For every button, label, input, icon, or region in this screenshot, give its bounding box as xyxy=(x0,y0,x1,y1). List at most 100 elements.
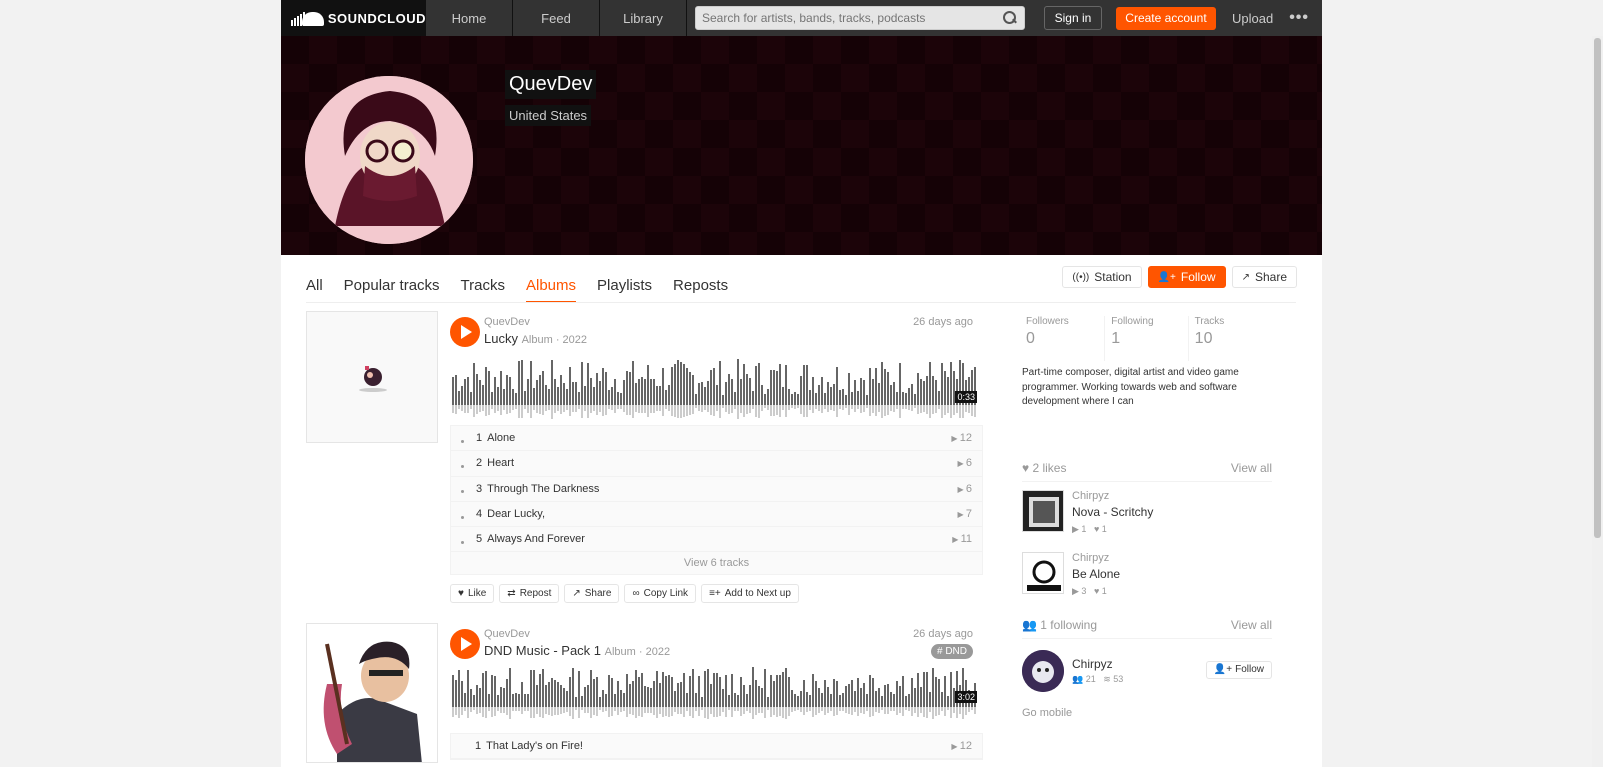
waveform-reflection-bar xyxy=(821,405,823,414)
view-all-following-link[interactable]: View all xyxy=(1231,618,1272,632)
waveform-bar xyxy=(821,692,823,707)
waveform-reflection-bar xyxy=(899,707,901,714)
profile-actions: ((•)) Station 👤+ Follow ↗ Share xyxy=(1062,266,1297,288)
waveform-bar xyxy=(485,670,487,707)
waveform-bar xyxy=(632,680,634,707)
search-input[interactable] xyxy=(702,11,1002,25)
add-to-next-up-button[interactable]: ≡+ Add to Next up xyxy=(701,584,799,603)
waveform-reflection-bar xyxy=(464,405,466,413)
album-title[interactable]: DND Music - Pack 1 Album · 2022 xyxy=(484,643,670,658)
waveform-bar xyxy=(917,672,919,707)
waveform-reflection-bar xyxy=(941,405,943,418)
waveform-bar xyxy=(875,368,877,405)
tab-reposts[interactable]: Reposts xyxy=(673,273,728,303)
follow-user-button[interactable]: 👤+ Follow xyxy=(1205,660,1272,679)
album-artist[interactable]: QuevDev xyxy=(484,628,530,640)
soundcloud-logo[interactable]: SOUNDCLOUD xyxy=(281,0,426,36)
album-cover[interactable] xyxy=(306,311,438,443)
waveform-reflection-bar xyxy=(758,405,760,418)
waveform-bar xyxy=(947,695,949,707)
track-row[interactable]: 4Dear Lucky,7 xyxy=(451,502,982,528)
tab-all[interactable]: All xyxy=(306,273,323,303)
search-icon[interactable] xyxy=(1002,10,1018,26)
waveform-reflection-bar xyxy=(566,405,568,410)
play-button[interactable] xyxy=(450,317,480,347)
waveform-reflection-bar xyxy=(740,405,742,413)
waveform-bar xyxy=(500,370,502,405)
create-account-button[interactable]: Create account xyxy=(1116,6,1216,30)
waveform-bar xyxy=(548,681,550,707)
sign-in-button[interactable]: Sign in xyxy=(1044,6,1102,30)
nav-home[interactable]: Home xyxy=(426,0,513,36)
waveform-reflection-bar xyxy=(644,707,646,714)
stat-tracks[interactable]: Tracks 10 xyxy=(1189,316,1272,361)
waveform-reflection-bar xyxy=(731,707,733,717)
like-button[interactable]: ♥ Like xyxy=(450,584,495,603)
waveform-bar xyxy=(788,676,790,707)
waveform-bar xyxy=(920,687,922,707)
tag-badge[interactable]: # DND xyxy=(930,644,973,659)
waveform-bar xyxy=(923,381,925,405)
waveform-reflection-bar xyxy=(557,405,559,411)
waveform-bar xyxy=(479,380,481,405)
waveform-reflection xyxy=(452,707,977,721)
waveform-bar xyxy=(647,686,649,707)
waveform[interactable] xyxy=(452,357,977,405)
tab-playlists[interactable]: Playlists xyxy=(597,273,652,303)
track-row[interactable]: 1Alone12 xyxy=(451,426,982,452)
waveform-reflection-bar xyxy=(572,707,574,719)
waveform-reflection-bar xyxy=(506,405,508,415)
waveform-reflection-bar xyxy=(752,707,754,719)
waveform-reflection-bar xyxy=(671,405,673,417)
stat-followers[interactable]: Followers 0 xyxy=(1022,316,1106,361)
waveform-reflection-bar xyxy=(464,707,466,712)
waveform-reflection-bar xyxy=(674,707,676,712)
album-date: 26 days ago xyxy=(913,316,973,328)
top-bar: SOUNDCLOUD Home Feed Library Sign in Cre… xyxy=(0,0,1603,36)
liked-track[interactable]: Chirpyz Nova - Scritchy ▶ 1 ♥ 1 xyxy=(1022,489,1272,544)
repost-button[interactable]: ⇄ Repost xyxy=(499,584,560,603)
waveform-bar xyxy=(839,695,841,707)
track-row[interactable]: 3Through The Darkness6 xyxy=(451,477,982,502)
waveform-bar xyxy=(581,361,583,405)
waveform-reflection-bar xyxy=(551,405,553,419)
tab-tracks[interactable]: Tracks xyxy=(461,273,505,303)
waveform-reflection-bar xyxy=(527,405,529,413)
waveform-bar xyxy=(764,669,766,707)
share-button[interactable]: ↗ Share xyxy=(564,584,620,603)
copy-link-button[interactable]: ∞ Copy Link xyxy=(624,584,697,603)
waveform-bar xyxy=(791,393,793,405)
track-row[interactable]: 2Heart6 xyxy=(451,451,982,477)
waveform-bar xyxy=(737,359,739,405)
waveform-reflection-bar xyxy=(488,707,490,711)
liked-track[interactable]: Chirpyz Be Alone ▶ 3 ♥ 1 xyxy=(1022,551,1272,606)
waveform[interactable] xyxy=(452,667,977,707)
track-row[interactable]: 5Always And Forever11 xyxy=(451,527,982,553)
tab-popular-tracks[interactable]: Popular tracks xyxy=(344,273,440,303)
album-cover[interactable] xyxy=(306,623,438,763)
more-menu-icon[interactable]: ••• xyxy=(1289,9,1309,27)
view-tracks-link[interactable]: View 6 tracks xyxy=(451,552,982,574)
upload-link[interactable]: Upload xyxy=(1232,11,1273,26)
view-all-likes-link[interactable]: View all xyxy=(1231,461,1272,475)
waveform-reflection-bar xyxy=(854,405,856,413)
stat-following[interactable]: Following 1 xyxy=(1105,316,1189,361)
album-title[interactable]: Lucky Album · 2022 xyxy=(484,331,587,346)
share-button[interactable]: ↗ Share xyxy=(1231,266,1297,288)
album-artist[interactable]: QuevDev xyxy=(484,316,530,328)
waveform-bar xyxy=(455,374,457,405)
waveform-bar xyxy=(779,363,781,405)
waveform-bar xyxy=(779,675,781,707)
play-button[interactable] xyxy=(450,629,480,659)
waveform-bar xyxy=(482,673,484,707)
nav-feed[interactable]: Feed xyxy=(513,0,600,36)
following-user[interactable]: Chirpyz 👥 21 ≋ 53 👤+ Follow xyxy=(1022,649,1272,693)
waveform-reflection-bar xyxy=(482,707,484,718)
nav-library[interactable]: Library xyxy=(600,0,687,36)
scrollbar[interactable] xyxy=(1592,36,1603,767)
tab-albums[interactable]: Albums xyxy=(526,273,577,303)
station-button[interactable]: ((•)) Station xyxy=(1062,266,1142,288)
waveform-reflection-bar xyxy=(782,707,784,718)
track-row[interactable]: 1That Lady's on Fire!12 xyxy=(451,734,982,760)
follow-button[interactable]: 👤+ Follow xyxy=(1147,266,1226,288)
